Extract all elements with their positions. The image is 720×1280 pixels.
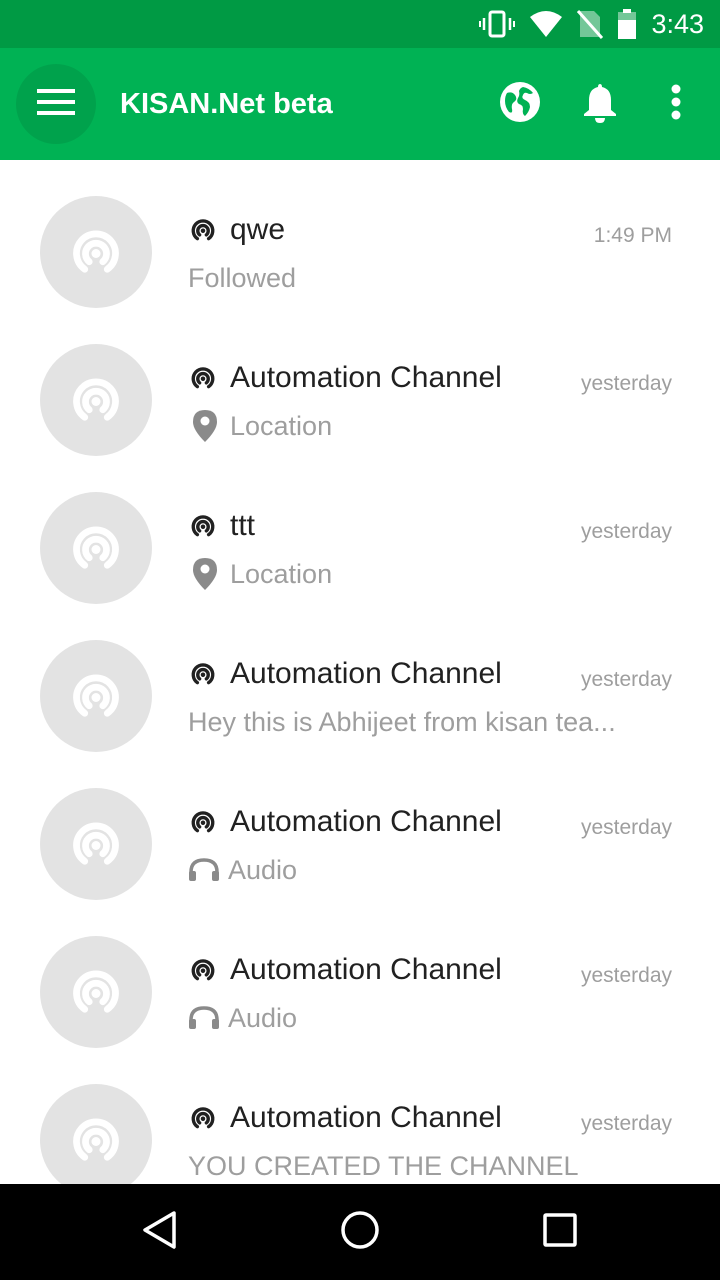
- channel-avatar: [40, 640, 152, 752]
- broadcast-icon: [188, 659, 218, 689]
- overflow-menu-button[interactable]: [650, 78, 702, 130]
- channel-avatar: [40, 344, 152, 456]
- wifi-icon: [529, 10, 563, 38]
- channel-name: qwe: [230, 213, 286, 246]
- channel-title-row: Automation Channel: [188, 950, 502, 990]
- channel-list-item[interactable]: Automation Channel yesterday Audio: [0, 900, 720, 1048]
- broadcast-icon: [188, 511, 218, 541]
- channel-title-row: ttt: [188, 506, 255, 546]
- channel-timestamp: yesterday: [580, 1112, 672, 1135]
- app-bar: KISAN.Net beta: [0, 48, 720, 160]
- status-bar: 3:43: [0, 0, 720, 48]
- channel-title-row: Automation Channel: [188, 358, 502, 398]
- broadcast-avatar-icon: [73, 674, 119, 717]
- back-button[interactable]: [130, 1202, 190, 1262]
- channel-last-message: Followed: [188, 262, 297, 293]
- channel-name: Automation Channel: [230, 805, 502, 838]
- channel-list-item[interactable]: Automation Channel yesterday YOU CREATED T…: [0, 1048, 720, 1184]
- channel-list-item[interactable]: qwe 1:49 PM Followed: [0, 160, 720, 308]
- channel-name: Automation Channel: [230, 1101, 502, 1134]
- broadcast-avatar-icon: [73, 378, 119, 421]
- channel-timestamp: 1:49 PM: [593, 224, 672, 247]
- channel-name: ttt: [230, 509, 256, 542]
- channel-title-row: Automation Channel: [188, 1098, 502, 1138]
- status-icons: 3:43: [465, 0, 704, 48]
- channel-timestamp: yesterday: [580, 816, 672, 839]
- channel-avatar: [40, 1084, 152, 1184]
- more-vert-icon: [670, 84, 682, 125]
- channel-title-row: Automation Channel: [188, 802, 502, 842]
- channel-last-message: Audio: [228, 1002, 298, 1033]
- channel-subtitle-row: Followed: [188, 258, 296, 298]
- recents-square-icon: [542, 1212, 578, 1253]
- channel-subtitle-row: Location: [188, 406, 332, 446]
- channel-list-item[interactable]: ttt yesterday Location: [0, 456, 720, 604]
- headphones-icon: [188, 858, 220, 882]
- broadcast-icon: [188, 807, 218, 837]
- channel-name: Automation Channel: [230, 361, 502, 394]
- channel-list-item[interactable]: Automation Channel yesterday Location: [0, 308, 720, 456]
- home-circle-icon: [340, 1210, 380, 1255]
- broadcast-icon: [188, 215, 218, 245]
- channel-avatar: [40, 788, 152, 900]
- channel-avatar: [40, 492, 152, 604]
- globe-button[interactable]: [494, 78, 546, 130]
- location-pin-icon: [192, 557, 218, 591]
- channel-last-message: YOU CREATED THE CHANNEL: [188, 1150, 579, 1181]
- channel-last-message: Location: [230, 558, 333, 589]
- channel-last-message: Location: [230, 410, 333, 441]
- channel-title-row: Automation Channel: [188, 654, 502, 694]
- navigation-bar: [0, 1184, 720, 1280]
- location-pin-icon: [192, 409, 218, 443]
- channel-list-item[interactable]: Automation Channel yesterday Hey this is A…: [0, 604, 720, 752]
- headphones-icon: [188, 1006, 220, 1030]
- channel-timestamp: yesterday: [580, 372, 672, 395]
- bell-icon: [582, 81, 618, 128]
- no-sim-icon: [577, 9, 604, 39]
- broadcast-avatar-icon: [73, 230, 119, 273]
- channel-avatar: [40, 936, 152, 1048]
- channel-avatar: [40, 196, 152, 308]
- recents-button[interactable]: [530, 1202, 590, 1262]
- broadcast-avatar-icon: [73, 970, 119, 1013]
- channel-subtitle-row: YOU CREATED THE CHANNEL: [188, 1146, 579, 1184]
- channel-timestamp: yesterday: [580, 668, 672, 691]
- home-button[interactable]: [330, 1202, 390, 1262]
- channel-last-message: Audio: [228, 854, 298, 885]
- channel-list[interactable]: qwe 1:49 PM Followed Automation Channel yest…: [0, 160, 720, 1184]
- broadcast-avatar-icon: [73, 822, 119, 865]
- back-triangle-icon: [141, 1210, 179, 1255]
- clock: 3:43: [651, 8, 704, 39]
- channel-timestamp: yesterday: [580, 520, 672, 543]
- broadcast-icon: [188, 363, 218, 393]
- globe-icon: [499, 81, 541, 128]
- broadcast-avatar-icon: [73, 526, 119, 569]
- broadcast-icon: [188, 1103, 218, 1133]
- channel-timestamp: yesterday: [580, 964, 672, 987]
- channel-subtitle-row: Audio: [188, 998, 297, 1038]
- vibrate-icon: [479, 9, 516, 39]
- channel-name: Automation Channel: [230, 657, 502, 690]
- channel-list-item[interactable]: Automation Channel yesterday Audio: [0, 752, 720, 900]
- menu-button[interactable]: [16, 64, 96, 144]
- notifications-button[interactable]: [574, 78, 626, 130]
- channel-subtitle-row: Location: [188, 554, 332, 594]
- app-title: KISAN.Net beta: [120, 88, 333, 120]
- battery-icon: [617, 9, 637, 39]
- channel-subtitle-row: Audio: [188, 850, 297, 890]
- broadcast-icon: [188, 955, 218, 985]
- channel-subtitle-row: Hey this is Abhijeet from kisan tea...: [188, 702, 616, 742]
- broadcast-avatar-icon: [73, 1118, 119, 1161]
- channel-last-message: Hey this is Abhijeet from kisan tea...: [188, 706, 616, 737]
- channel-title-row: qwe: [188, 210, 285, 250]
- channel-name: Automation Channel: [230, 953, 502, 986]
- hamburger-menu-icon: [37, 88, 75, 121]
